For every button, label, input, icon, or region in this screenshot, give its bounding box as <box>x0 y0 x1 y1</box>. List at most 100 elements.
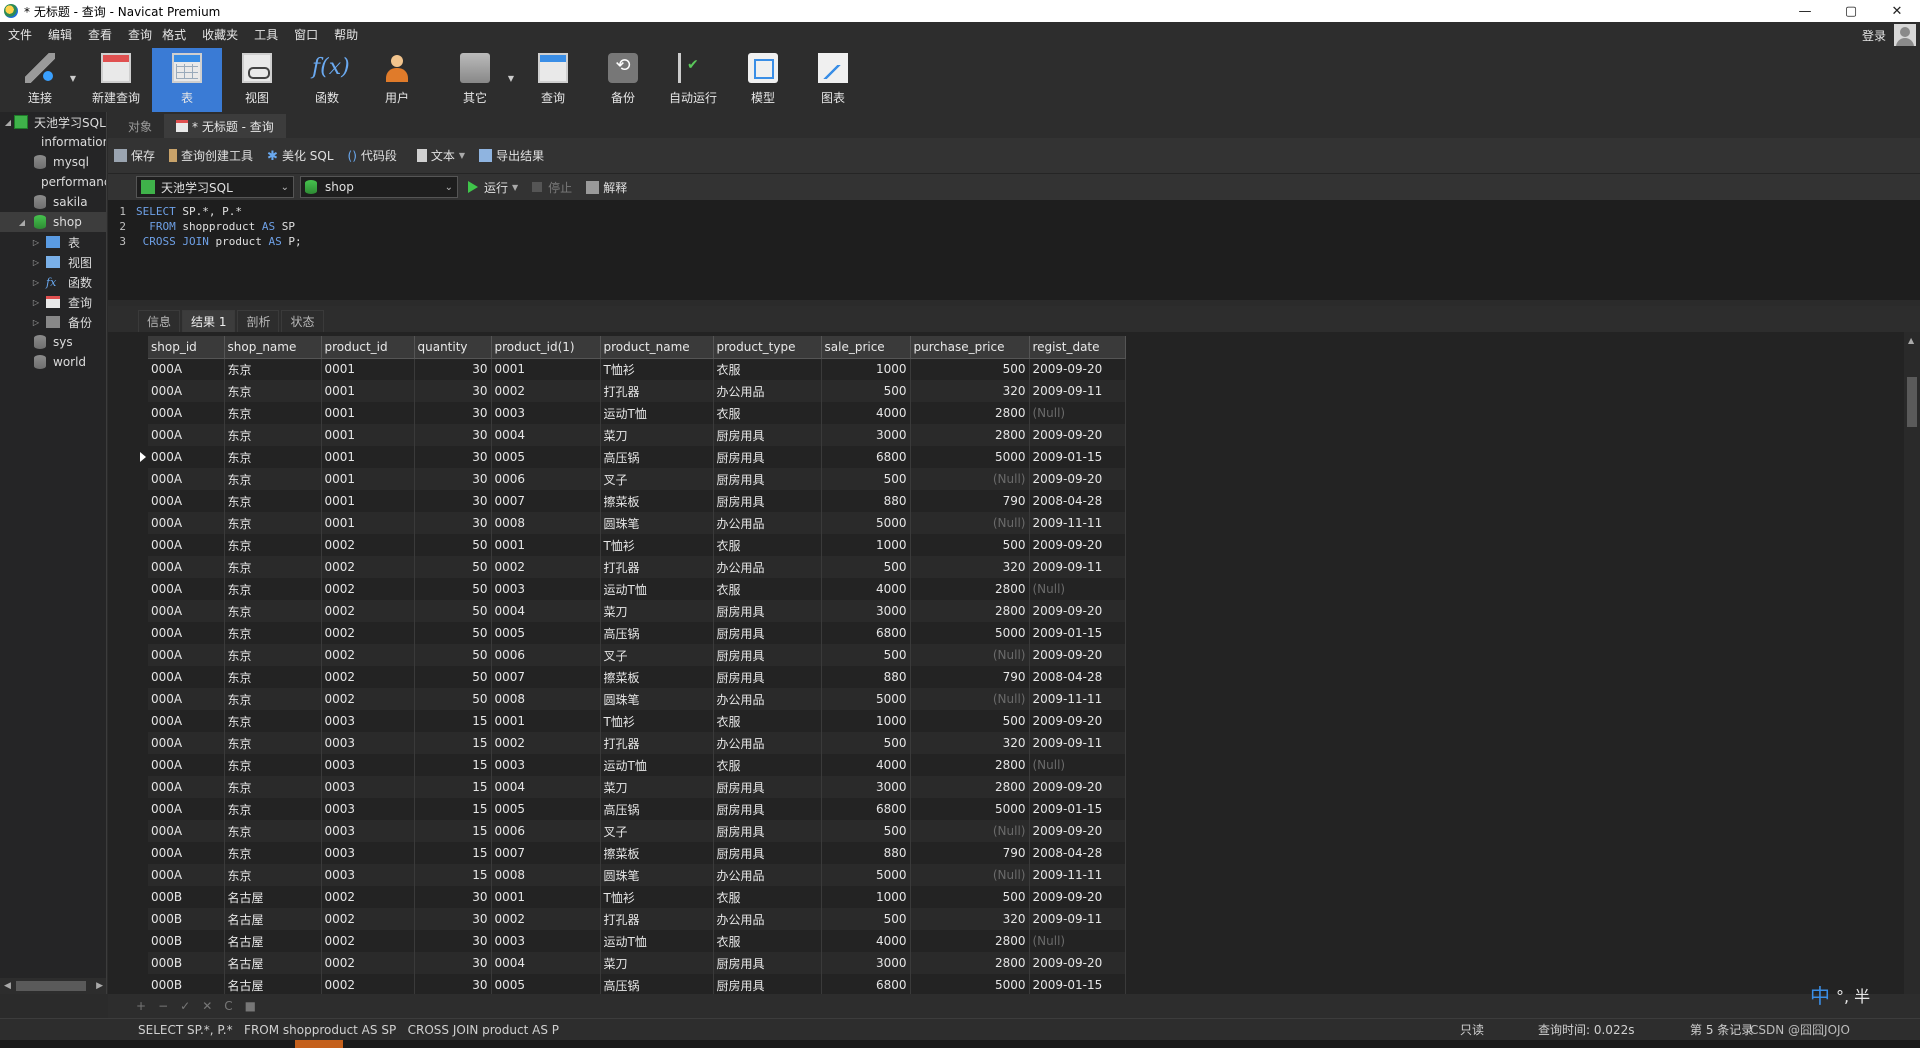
table-cell-purchase_price[interactable]: 5000 <box>910 446 1030 468</box>
table-cell-product_name[interactable]: 运动T恤 <box>600 402 714 424</box>
table-cell-regist_date[interactable]: 2009-09-20 <box>1029 952 1126 974</box>
table-cell-product_type[interactable]: 厨房用具 <box>713 600 822 622</box>
table-cell-shop_id[interactable]: 000A <box>148 358 225 380</box>
menu-window[interactable]: 窗口 <box>286 22 326 48</box>
table-cell-product_id1[interactable]: 0006 <box>491 820 601 842</box>
table-cell-product_type[interactable]: 办公用品 <box>713 380 822 402</box>
table-cell-shop_id[interactable]: 000A <box>148 842 225 864</box>
backups-node[interactable]: ▷ 备份 <box>0 312 106 332</box>
ime-indicator[interactable]: 中 °, 半 <box>1810 980 1870 1009</box>
table-cell-sale_price[interactable]: 1000 <box>821 534 911 556</box>
table-cell-product_type[interactable]: 厨房用具 <box>713 820 822 842</box>
table-cell-product_name[interactable]: 圆珠笔 <box>600 688 714 710</box>
table-cell-shop_name[interactable]: 东京 <box>224 644 322 666</box>
other-dropdown-icon[interactable]: ▼ <box>508 74 514 83</box>
table-cell-product_id1[interactable]: 0002 <box>491 556 601 578</box>
database-node[interactable]: performance <box>0 172 106 192</box>
table-cell-shop_name[interactable]: 名古屋 <box>224 952 322 974</box>
table-row[interactable]: 000A 东京 0002 50 0008 圆珠笔 办公用品 5000 (Null) 2009-11… <box>148 688 1126 710</box>
table-cell-sale_price[interactable]: 3000 <box>821 600 911 622</box>
menu-favorites[interactable]: 收藏夹 <box>194 22 246 48</box>
table-cell-quantity[interactable]: 30 <box>414 908 492 930</box>
table-cell-quantity[interactable]: 50 <box>414 600 492 622</box>
column-header-shop_id[interactable]: shop_id <box>148 336 225 359</box>
table-cell-product_type[interactable]: 衣服 <box>713 754 822 776</box>
table-cell-product_id[interactable]: 0001 <box>321 380 415 402</box>
table-cell-shop_name[interactable]: 名古屋 <box>224 908 322 930</box>
column-header-purchase_price[interactable]: purchase_price <box>910 336 1030 359</box>
table-cell-product_type[interactable]: 厨房用具 <box>713 974 822 994</box>
table-cell-sale_price[interactable]: 5000 <box>821 512 911 534</box>
table-cell-product_id[interactable]: 0002 <box>321 666 415 688</box>
table-cell-shop_name[interactable]: 东京 <box>224 578 322 600</box>
table-cell-regist_date[interactable]: 2009-11-11 <box>1029 864 1126 886</box>
table-cell-regist_date[interactable]: 2009-09-20 <box>1029 820 1126 842</box>
database-node[interactable]: information_s <box>0 132 106 152</box>
table-cell-product_name[interactable]: 圆珠笔 <box>600 864 714 886</box>
database-select[interactable]: shop ⌄ <box>300 176 458 198</box>
scroll-left-icon[interactable]: ◀ <box>4 981 11 991</box>
table-cell-product_id1[interactable]: 0005 <box>491 974 601 994</box>
expand-icon[interactable]: ▷ <box>30 258 42 267</box>
table-cell-sale_price[interactable]: 500 <box>821 556 911 578</box>
table-cell-sale_price[interactable]: 880 <box>821 490 911 512</box>
table-cell-shop_id[interactable]: 000A <box>148 688 225 710</box>
database-node[interactable]: sakila <box>0 192 106 212</box>
table-cell-product_name[interactable]: 打孔器 <box>600 380 714 402</box>
table-row[interactable]: 000A 东京 0003 15 0004 菜刀 厨房用具 3000 2800 2009-09-20 <box>148 776 1126 798</box>
table-cell-quantity[interactable]: 50 <box>414 578 492 600</box>
table-cell-product_id1[interactable]: 0004 <box>491 424 601 446</box>
table-cell-shop_id[interactable]: 000A <box>148 754 225 776</box>
table-cell-product_type[interactable]: 厨房用具 <box>713 490 822 512</box>
table-cell-shop_name[interactable]: 东京 <box>224 688 322 710</box>
table-cell-sale_price[interactable]: 6800 <box>821 622 911 644</box>
table-cell-shop_name[interactable]: 东京 <box>224 512 322 534</box>
table-cell-sale_price[interactable]: 4000 <box>821 754 911 776</box>
table-row[interactable]: 000B 名古屋 0002 30 0004 菜刀 厨房用具 3000 2800 2009-09-2… <box>148 952 1126 974</box>
table-cell-product_id[interactable]: 0001 <box>321 402 415 424</box>
table-cell-quantity[interactable]: 50 <box>414 666 492 688</box>
table-cell-product_name[interactable]: 叉子 <box>600 820 714 842</box>
table-cell-regist_date[interactable]: 2009-09-20 <box>1029 534 1126 556</box>
table-cell-sale_price[interactable]: 5000 <box>821 864 911 886</box>
table-cell-regist_date[interactable]: 2009-09-20 <box>1029 644 1126 666</box>
table-cell-product_type[interactable]: 办公用品 <box>713 732 822 754</box>
beautify-sql-button[interactable]: ✱ 美化 SQL <box>267 147 333 164</box>
table-cell-product_type[interactable]: 厨房用具 <box>713 644 822 666</box>
query-builder-button[interactable]: 查询创建工具 <box>169 147 253 164</box>
menu-file[interactable]: 文件 <box>0 22 40 48</box>
table-cell-regist_date[interactable]: 2009-09-11 <box>1029 732 1126 754</box>
table-cell-product_type[interactable]: 衣服 <box>713 886 822 908</box>
table-cell-product_id1[interactable]: 0008 <box>491 864 601 886</box>
table-cell-product_id[interactable]: 0002 <box>321 908 415 930</box>
table-cell-product_id1[interactable]: 0004 <box>491 952 601 974</box>
table-cell-shop_id[interactable]: 000A <box>148 798 225 820</box>
table-cell-product_type[interactable]: 厨房用具 <box>713 424 822 446</box>
table-cell-regist_date[interactable]: 2009-09-11 <box>1029 556 1126 578</box>
table-cell-product_id1[interactable]: 0001 <box>491 710 601 732</box>
table-cell-product_id[interactable]: 0001 <box>321 358 415 380</box>
table-cell-product_id1[interactable]: 0005 <box>491 622 601 644</box>
views-node[interactable]: ▷ 视图 <box>0 252 106 272</box>
table-cell-sale_price[interactable]: 500 <box>821 380 911 402</box>
menu-format[interactable]: 格式 <box>154 22 194 48</box>
table-row[interactable]: 000A 东京 0003 15 0007 擦菜板 厨房用具 880 790 2008-04-28 <box>148 842 1126 864</box>
table-cell-sale_price[interactable]: 500 <box>821 908 911 930</box>
column-header-product_name[interactable]: product_name <box>600 336 714 359</box>
table-cell-product_name[interactable]: 高压锅 <box>600 622 714 644</box>
table-cell-regist_date[interactable]: (Null) <box>1029 754 1126 776</box>
tab-query[interactable]: * 无标题 - 查询 <box>164 114 286 138</box>
table-cell-sale_price[interactable]: 500 <box>821 732 911 754</box>
database-node[interactable]: sys <box>0 332 106 352</box>
table-cell-shop_name[interactable]: 名古屋 <box>224 886 322 908</box>
table-cell-product_type[interactable]: 办公用品 <box>713 512 822 534</box>
table-cell-shop_id[interactable]: 000A <box>148 468 225 490</box>
avatar-icon[interactable] <box>1894 24 1916 46</box>
table-cell-purchase_price[interactable]: 320 <box>910 380 1030 402</box>
table-cell-quantity[interactable]: 15 <box>414 710 492 732</box>
table-cell-product_id[interactable]: 0003 <box>321 776 415 798</box>
table-cell-quantity[interactable]: 15 <box>414 864 492 886</box>
table-cell-quantity[interactable]: 15 <box>414 732 492 754</box>
table-cell-shop_id[interactable]: 000A <box>148 864 225 886</box>
table-cell-product_id[interactable]: 0002 <box>321 952 415 974</box>
